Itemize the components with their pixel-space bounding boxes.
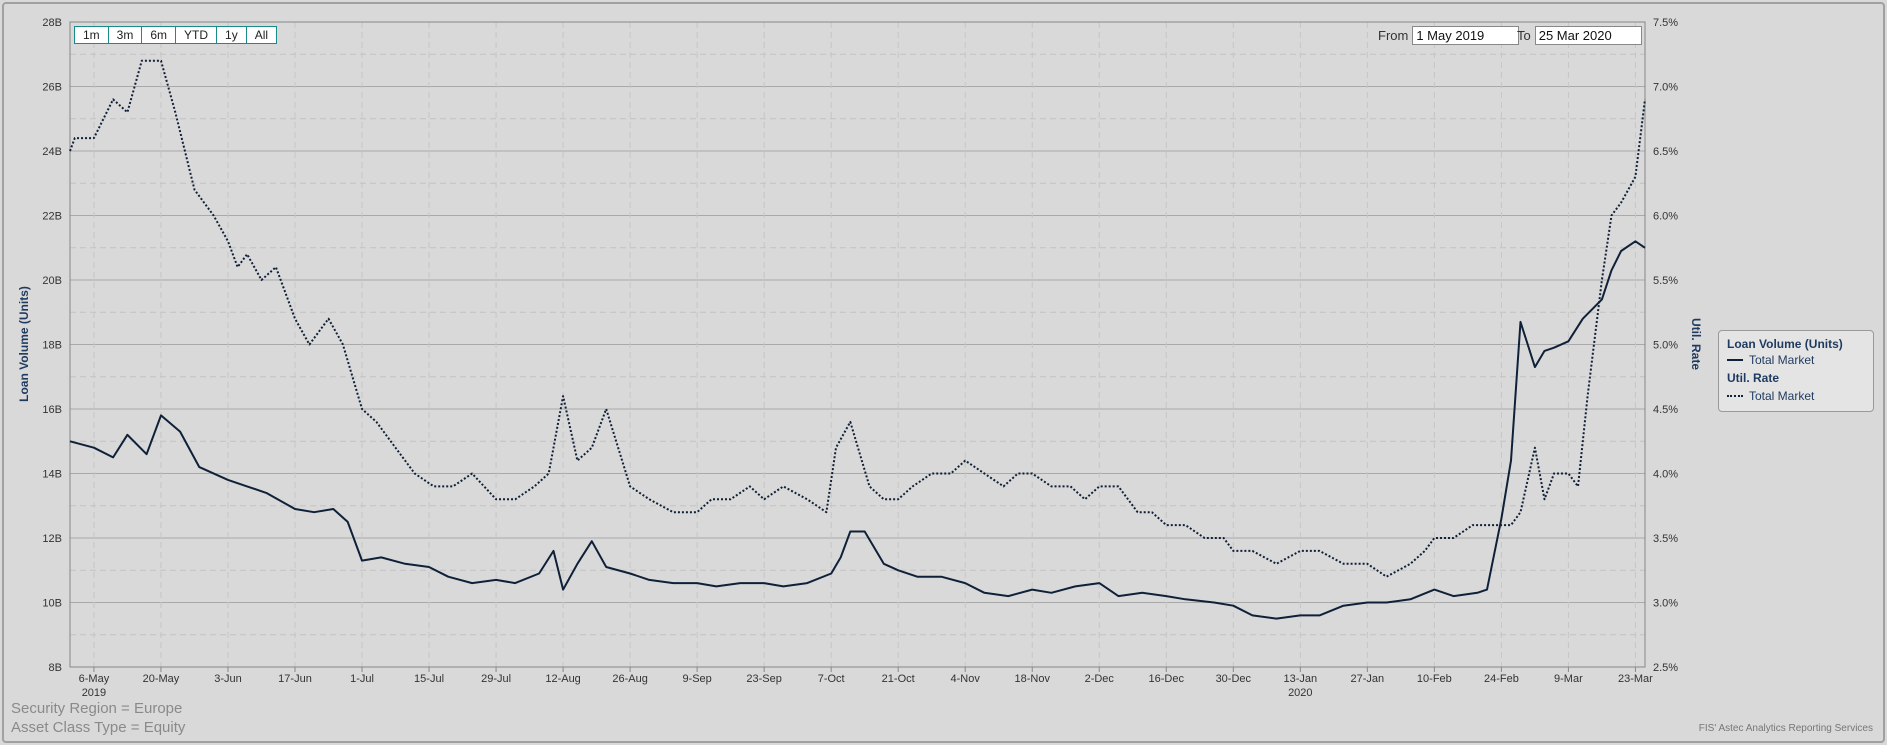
x-tick-label: 13-Jan (1283, 673, 1317, 685)
legend-group-util-rate: Util. Rate (1727, 371, 1780, 385)
x-tick-label: 3-Jun (214, 673, 242, 685)
y-left-axis-title: Loan Volume (Units) (17, 286, 31, 402)
legend-item-label: Total Market (1749, 353, 1815, 367)
dotted-line-swatch-icon (1727, 395, 1743, 397)
x-tick-label: 9-Mar (1554, 673, 1583, 685)
y-left-tick-label: 10B (42, 598, 62, 610)
zoom-ytd-button[interactable]: YTD (175, 26, 218, 44)
legend-item-label: Total Market (1749, 389, 1815, 403)
y-left-tick-label: 14B (42, 469, 62, 481)
y-left-tick-label: 8B (49, 662, 62, 674)
y-right-tick-label: 7.0% (1653, 82, 1678, 94)
y-right-axis-title: Util. Rate (1689, 318, 1703, 370)
solid-line-swatch-icon (1727, 359, 1743, 361)
x-tick-label: 7-Oct (818, 673, 845, 685)
x-year-label: 2020 (1288, 687, 1312, 699)
y-right-tick-label: 5.0% (1653, 340, 1678, 352)
axis-layer: 8B 10B 12B 14B 16B 18B 20B 22B 24B 26B 28B 2.5% 3.0%… (42, 17, 1678, 699)
y-right-tick-label: 7.5% (1653, 17, 1678, 29)
x-tick-label: 16-Dec (1149, 673, 1185, 685)
zoom-3m-button[interactable]: 3m (107, 26, 143, 44)
y-right-tick-label: 4.0% (1653, 469, 1678, 481)
y-left-tick-label: 20B (42, 275, 62, 287)
x-tick-label: 23-Sep (746, 673, 781, 685)
range-to-label: To (1517, 28, 1531, 43)
y-right-tick-label: 6.5% (1653, 146, 1678, 158)
zoom-1m-button[interactable]: 1m (74, 26, 109, 44)
chart-svg: 8B 10B 12B 14B 16B 18B 20B 22B 24B 26B 28B 2.5% 3.0%… (17, 17, 1703, 699)
credit-text: FIS' Astec Analytics Reporting Services (1698, 723, 1873, 734)
zoom-button-group: 1m 3m 6m YTD 1y All (74, 26, 278, 44)
x-tick-label: 18-Nov (1014, 673, 1050, 685)
y-right-tick-label: 3.5% (1653, 533, 1678, 545)
filter-security-region: Security Region = Europe (11, 700, 183, 717)
series-layer (69, 59, 1646, 620)
y-left-tick-label: 22B (42, 211, 62, 223)
y-left-tick-label: 12B (42, 533, 62, 545)
x-tick-label: 17-Jun (278, 673, 312, 685)
y-right-tick-label: 4.5% (1653, 404, 1678, 416)
y-left-tick-label: 28B (42, 17, 62, 29)
chart-legend: Loan Volume (Units) Total Market Util. R… (1718, 330, 1874, 412)
x-tick-label: 23-Mar (1618, 673, 1653, 685)
range-from-group: From 1 May 2019 (1378, 26, 1520, 45)
range-from-label: From (1378, 28, 1409, 43)
range-to-input[interactable]: 25 Mar 2020 (1534, 26, 1642, 45)
filter-asset-class-type: Asset Class Type = Equity (11, 719, 186, 736)
y-left-tick-label: 18B (42, 340, 62, 352)
x-tick-label: 20-May (143, 673, 180, 685)
range-from-input[interactable]: 1 May 2019 (1412, 26, 1520, 45)
x-tick-label: 4-Nov (951, 673, 981, 685)
x-tick-label: 12-Aug (545, 673, 580, 685)
zoom-6m-button[interactable]: 6m (141, 26, 177, 44)
loan-volume-total-market-line (69, 240, 1646, 620)
x-tick-label: 29-Jul (481, 673, 511, 685)
x-tick-label: 10-Feb (1417, 673, 1452, 685)
x-tick-label: 30-Dec (1216, 673, 1252, 685)
x-tick-label: 9-Sep (682, 673, 711, 685)
x-tick-label: 2-Dec (1085, 673, 1115, 685)
zoom-1y-button[interactable]: 1y (216, 26, 247, 44)
x-tick-label: 24-Feb (1484, 673, 1519, 685)
x-tick-label: 21-Oct (882, 673, 915, 685)
range-to-group: To 25 Mar 2020 (1517, 26, 1642, 45)
x-tick-label: 26-Aug (612, 673, 647, 685)
y-right-tick-label: 5.5% (1653, 275, 1678, 287)
legend-group-loan-volume: Loan Volume (Units) (1727, 337, 1843, 351)
x-tick-label: 27-Jan (1351, 673, 1385, 685)
y-right-tick-label: 3.0% (1653, 598, 1678, 610)
x-tick-label: 6-May (79, 673, 110, 685)
legend-item-util-rate-total-market[interactable]: Total Market (1727, 389, 1814, 403)
legend-item-loan-volume-total-market[interactable]: Total Market (1727, 353, 1814, 367)
util-rate-total-market-line (69, 59, 1646, 578)
y-left-tick-label: 26B (42, 82, 62, 94)
x-tick-label: 15-Jul (414, 673, 444, 685)
y-right-tick-label: 6.0% (1653, 211, 1678, 223)
grid-layer (70, 21, 1645, 668)
x-year-label: 2019 (82, 687, 106, 699)
y-left-tick-label: 16B (42, 404, 62, 416)
y-left-tick-label: 24B (42, 146, 62, 158)
x-tick-label: 1-Jul (350, 673, 374, 685)
y-right-tick-label: 2.5% (1653, 662, 1678, 674)
zoom-all-button[interactable]: All (245, 26, 278, 44)
